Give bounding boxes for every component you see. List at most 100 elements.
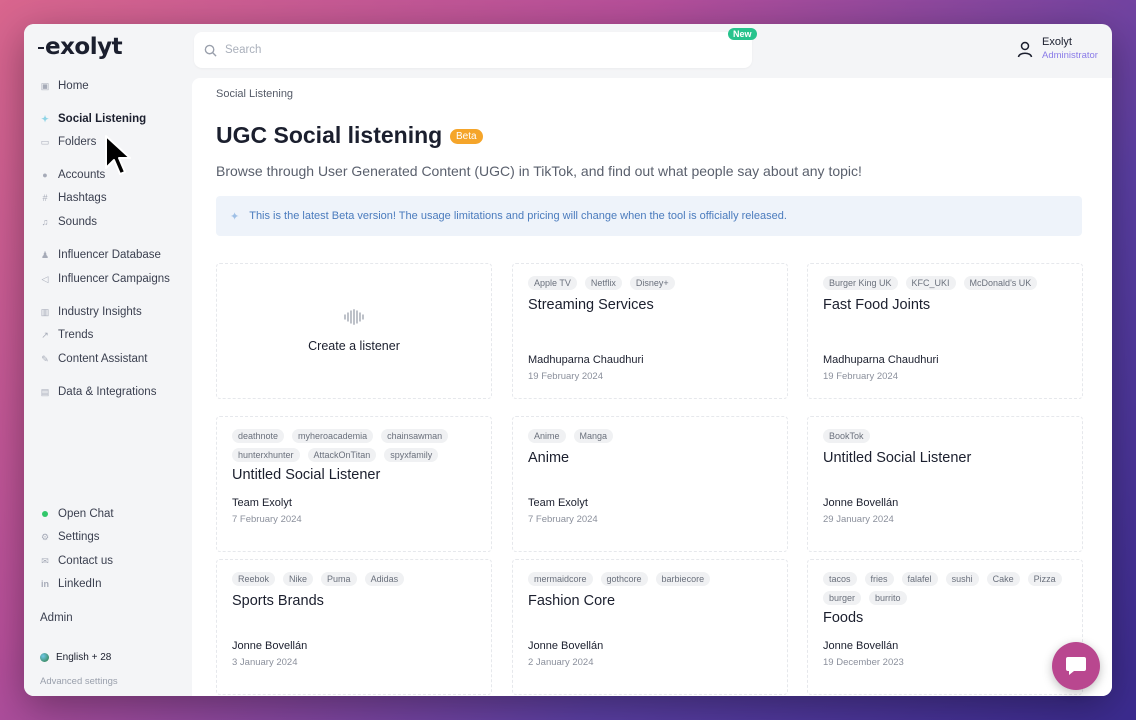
beta-notice: ✦ This is the latest Beta version! The us…	[216, 196, 1082, 236]
sidebar-item-label: Influencer Database	[58, 249, 161, 261]
tag: BookTok	[823, 429, 870, 443]
tag: burger	[823, 591, 862, 605]
user-avatar-icon	[1017, 41, 1033, 58]
tag: barbiecore	[655, 572, 711, 586]
folder-icon: ▭	[40, 137, 50, 147]
sidebar-item-content-assistant[interactable]: ✎ Content Assistant	[40, 349, 147, 369]
user-info: Exolyt Administrator	[1042, 36, 1098, 61]
listener-date: 29 January 2024	[823, 514, 894, 525]
create-listener-card[interactable]: Create a listener	[216, 263, 492, 399]
listener-card[interactable]: Reebok Nike Puma Adidas Sports Brands Jo…	[216, 559, 492, 695]
sidebar-item-open-chat[interactable]: Open Chat	[40, 504, 114, 524]
sidebar-item-label: Home	[58, 80, 89, 92]
user-name: Exolyt	[1042, 36, 1072, 48]
logo-text: exolyt	[45, 34, 123, 60]
sidebar-item-influencer-database[interactable]: ♟ Influencer Database	[40, 245, 161, 265]
search-input[interactable]	[225, 44, 705, 56]
sidebar-item-accounts[interactable]: ● Accounts	[40, 165, 105, 185]
user-menu[interactable]: Exolyt Administrator	[1016, 36, 1098, 61]
tag: Puma	[321, 572, 357, 586]
sidebar-item-industry-insights[interactable]: ▥ Industry Insights	[40, 302, 142, 322]
sidebar-item-linkedin[interactable]: in LinkedIn	[40, 574, 101, 594]
language-selector[interactable]: English + 28	[40, 652, 111, 663]
chat-launcher-button[interactable]	[1052, 642, 1100, 690]
sidebar-item-hashtags[interactable]: # Hashtags	[40, 188, 107, 208]
listener-owner: Jonne Bovellán	[528, 640, 604, 652]
sidebar-item-home[interactable]: ▣ Home	[40, 76, 89, 96]
tag: Cake	[986, 572, 1020, 586]
language-label: English + 28	[56, 652, 112, 663]
mouse-cursor-icon	[105, 135, 131, 175]
listener-card[interactable]: mermaidcore gothcore barbiecore Fashion …	[512, 559, 788, 695]
sidebar-item-data-integrations[interactable]: ▤ Data & Integrations	[40, 382, 157, 402]
sidebar-item-label: Data & Integrations	[58, 386, 157, 398]
admin-link[interactable]: Admin	[40, 612, 73, 624]
listener-owner: Team Exolyt	[232, 497, 292, 509]
tag: Burger King UK	[823, 276, 898, 290]
database-icon: ▤	[40, 387, 50, 397]
tag: Manga	[573, 429, 614, 443]
sidebar-item-folders[interactable]: ▭ Folders	[40, 132, 97, 152]
listener-title: Untitled Social Listener	[232, 467, 381, 483]
sidebar-item-influencer-campaigns[interactable]: ◁ Influencer Campaigns	[40, 269, 170, 289]
listener-owner: Team Exolyt	[528, 497, 588, 509]
sidebar-item-label: Contact us	[58, 555, 113, 567]
listener-date: 3 January 2024	[232, 657, 298, 668]
online-dot-icon	[42, 511, 48, 517]
beta-badge: Beta	[450, 129, 483, 144]
listener-title: Sports Brands	[232, 593, 324, 609]
sidebar-item-social-listening[interactable]: ✦ Social Listening	[40, 109, 146, 129]
sidebar-item-contact-us[interactable]: ✉ Contact us	[40, 551, 113, 571]
sidebar-item-label: Open Chat	[58, 508, 114, 520]
listener-date: 7 February 2024	[232, 514, 302, 525]
sidebar-item-settings[interactable]: ⚙ Settings	[40, 527, 100, 547]
page-subtitle: Browse through User Generated Content (U…	[216, 163, 862, 179]
listener-card[interactable]: Burger King UK KFC_UKI McDonald's UK Fas…	[807, 263, 1083, 399]
breadcrumb[interactable]: Social Listening	[216, 88, 293, 100]
tag-list: tacos fries falafel sushi Cake Pizza bur…	[823, 572, 1073, 605]
user-icon: ●	[42, 170, 48, 180]
tag: chainsawman	[381, 429, 449, 443]
listener-owner: Jonne Bovellán	[823, 640, 899, 652]
listener-card[interactable]: deathnote myheroacademia chainsawman hun…	[216, 416, 492, 552]
tag: AttackOnTitan	[307, 448, 377, 462]
sidebar-item-label: LinkedIn	[58, 578, 102, 590]
exolyt-logo[interactable]: exolyt	[38, 34, 123, 60]
listener-owner: Jonne Bovellán	[232, 640, 308, 652]
listener-owner: Madhuparna Chaudhuri	[528, 354, 644, 366]
trend-icon: ↗	[41, 330, 49, 340]
tag-list: mermaidcore gothcore barbiecore	[528, 572, 778, 586]
tag: Anime	[528, 429, 566, 443]
tag: myheroacademia	[292, 429, 374, 443]
sound-wave-icon	[344, 309, 364, 325]
search-bar[interactable]	[194, 32, 752, 68]
sidebar-item-sounds[interactable]: ♫ Sounds	[40, 212, 97, 232]
listener-card[interactable]: tacos fries falafel sushi Cake Pizza bur…	[807, 559, 1083, 695]
tag: fries	[864, 572, 894, 586]
listener-title: Foods	[823, 610, 864, 626]
sidebar-item-label: Trends	[58, 329, 94, 341]
listener-card[interactable]: Anime Manga Anime Team Exolyt 7 February…	[512, 416, 788, 552]
tag-list: Reebok Nike Puma Adidas	[232, 572, 482, 586]
sidebar-item-label: Sounds	[58, 216, 98, 228]
app-window: exolyt ▣ Home ✦ Social Listening ▭ Folders …	[24, 24, 1112, 696]
create-listener-label: Create a listener	[308, 339, 400, 353]
listener-date: 2 January 2024	[528, 657, 594, 668]
search-icon	[204, 44, 217, 57]
sidebar-item-label: Folders	[58, 136, 97, 148]
advanced-settings-link[interactable]: Advanced settings	[40, 676, 118, 687]
linkedin-icon: in	[41, 579, 49, 589]
tag: mermaidcore	[528, 572, 593, 586]
listener-date: 7 February 2024	[528, 514, 598, 525]
listener-card[interactable]: BookTok Untitled Social Listener Jonne B…	[807, 416, 1083, 552]
gear-icon: ⚙	[40, 532, 50, 542]
sidebar-item-trends[interactable]: ↗ Trends	[40, 325, 93, 345]
sidebar-item-label: Influencer Campaigns	[58, 273, 170, 285]
tag: Reebok	[232, 572, 276, 586]
sidebar-item-label: Hashtags	[58, 192, 107, 204]
listener-owner: Jonne Bovellán	[823, 497, 899, 509]
listener-card[interactable]: Apple TV Netflix Disney+ Streaming Servi…	[512, 263, 788, 399]
sidebar-item-label: Accounts	[58, 169, 106, 181]
person-icon: ♟	[40, 250, 50, 260]
tag: falafel	[901, 572, 938, 586]
